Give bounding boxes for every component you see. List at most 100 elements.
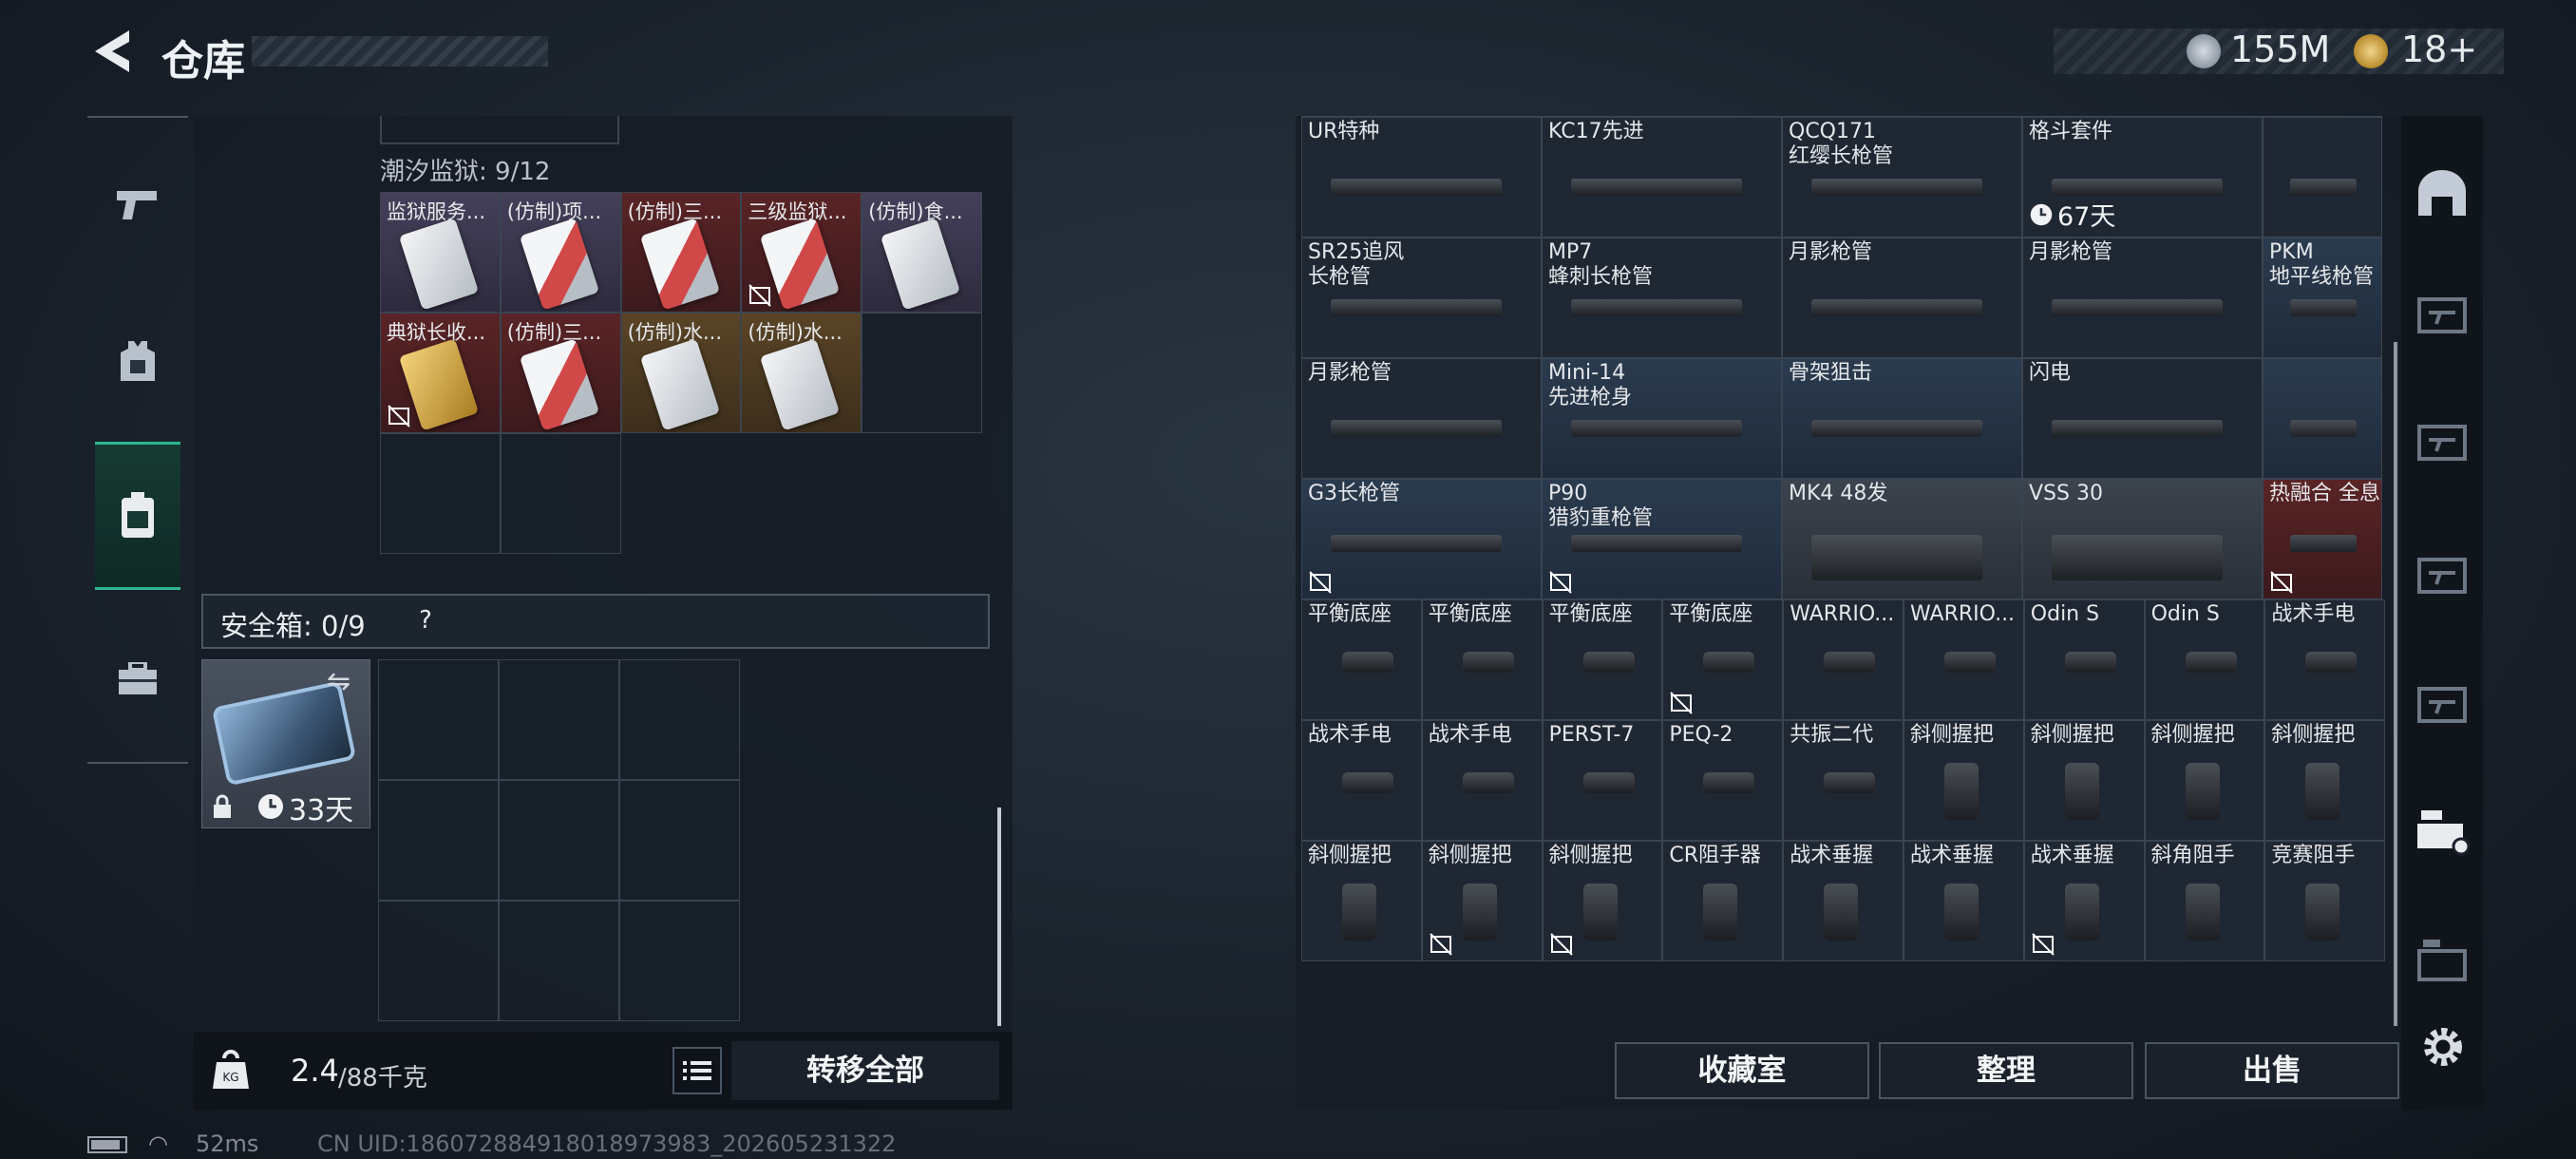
stash-slot[interactable]: 战术手电 — [1421, 720, 1543, 841]
stash-scrollbar[interactable] — [2394, 342, 2397, 1026]
stash-slot[interactable]: 骨架狙击 — [1782, 358, 2022, 479]
stash-slot[interactable]: 平衡底座 — [1421, 599, 1543, 720]
empty-slot[interactable] — [500, 433, 621, 554]
settings-gear-icon[interactable] — [2418, 1022, 2468, 1072]
stash-slot[interactable]: 斜侧握把 — [2144, 720, 2265, 841]
container-slot[interactable]: (仿制)三... — [500, 313, 621, 433]
container-slot[interactable]: (仿制)食... — [862, 192, 982, 313]
sell-button[interactable]: 出售 — [2145, 1042, 2399, 1099]
stash-slot[interactable]: 平衡底座 — [1301, 599, 1422, 720]
swap-icon[interactable]: ⇋ — [327, 665, 350, 698]
list-view-button[interactable] — [672, 1047, 722, 1094]
stash-slot[interactable]: 战术手电 — [2264, 599, 2386, 720]
nav-tab-weapons[interactable] — [95, 152, 180, 256]
attachment-image — [1943, 884, 1979, 940]
stash-slot[interactable]: 共振二代 — [1783, 720, 1904, 841]
stash-slot[interactable]: Odin S — [2023, 599, 2145, 720]
sort-button[interactable]: 整理 — [1879, 1042, 2133, 1099]
no-trade-icon — [748, 284, 772, 307]
empty-slot[interactable] — [619, 901, 740, 1021]
container-slot[interactable]: (仿制)水... — [741, 313, 862, 433]
nav-tab-backpack[interactable] — [95, 442, 180, 590]
stash-slot[interactable]: CR阻手器 — [1662, 841, 1784, 961]
stash-slot[interactable]: 平衡底座 — [1542, 599, 1663, 720]
empty-slot[interactable] — [380, 433, 501, 554]
container-slot[interactable]: 三级监狱... — [741, 192, 862, 313]
stash-slot[interactable]: 月影枪管 — [1782, 238, 2022, 358]
stash-slot[interactable]: G3长枪管 — [1301, 479, 1542, 599]
stash-slot[interactable]: 月影枪管 — [2022, 238, 2263, 358]
silver-currency-value[interactable]: 155M — [2230, 28, 2330, 70]
back-arrow-icon[interactable] — [87, 27, 137, 76]
stash-slot[interactable]: MK4 48发 — [1782, 479, 2022, 599]
stash-slot[interactable]: 竞赛阻手 — [2264, 841, 2386, 961]
stash-slot[interactable]: QCQ171 红缨长枪管 — [1782, 117, 2022, 238]
stash-slot[interactable] — [2263, 358, 2382, 479]
stash-slot[interactable]: 月影枪管 — [1301, 358, 1542, 479]
stash-slot[interactable]: 斜侧握把 — [1542, 841, 1663, 961]
stash-slot[interactable]: VSS 30 — [2022, 479, 2263, 599]
stash-tab-gti-case-2[interactable] — [2405, 918, 2479, 1003]
stash-slot[interactable]: MP7 蜂刺长枪管 — [1542, 238, 1782, 358]
stash-slot[interactable]: 斜角阻手 — [2144, 841, 2265, 961]
stash-tab-weapon-case-2[interactable] — [2405, 399, 2479, 484]
stash-slot[interactable]: 战术垂握 — [2023, 841, 2145, 961]
stash-slot[interactable]: 热融合 全息 — [2263, 479, 2382, 599]
attachment-image — [1342, 884, 1376, 940]
transfer-all-button[interactable]: 转移全部 — [731, 1041, 999, 1100]
stash-tab-weapon-case-1[interactable] — [2405, 272, 2479, 357]
stash-slot[interactable]: 战术手电 — [1301, 720, 1422, 841]
container-slot[interactable]: 监狱服务... — [380, 192, 501, 313]
stash-tab-weapon-case-3[interactable] — [2405, 532, 2479, 618]
item-name: 战术手电 — [1428, 723, 1512, 747]
empty-slot[interactable] — [862, 313, 982, 433]
stash-slot[interactable]: 格斗套件 67天 — [2022, 117, 2263, 238]
empty-slot[interactable] — [499, 901, 619, 1021]
stash-slot[interactable]: UR特种 — [1301, 117, 1542, 238]
stash-slot[interactable]: SR25追风 长枪管 — [1301, 238, 1542, 358]
empty-slot[interactable] — [499, 780, 619, 901]
empty-slot[interactable] — [499, 659, 619, 780]
stash-slot[interactable]: WARRIO... — [1783, 599, 1904, 720]
stash-slot[interactable]: PERST-7 — [1542, 720, 1663, 841]
gold-currency-value[interactable]: 18+ — [2401, 28, 2477, 70]
container-slot[interactable]: (仿制)水... — [620, 313, 742, 433]
container-slot[interactable]: 典狱长收... — [380, 313, 501, 433]
stash-slot[interactable]: 闪电 — [2022, 358, 2263, 479]
empty-slot[interactable] — [619, 780, 740, 901]
stash-slot[interactable]: PKM 地平线枪管 — [2263, 238, 2382, 358]
empty-slot[interactable] — [378, 780, 499, 901]
item-name: 战术垂握 — [2030, 844, 2114, 867]
container-slot[interactable]: (仿制)三... — [620, 192, 742, 313]
help-button[interactable]: ? — [408, 601, 443, 639]
stash-tab-weapon-case-4[interactable] — [2405, 661, 2479, 747]
stash-slot[interactable]: Mini-14 先进枪身 — [1542, 358, 1782, 479]
empty-slot[interactable] — [619, 659, 740, 780]
stash-slot[interactable]: PEQ-2 — [1662, 720, 1784, 841]
stash-slot[interactable] — [2263, 117, 2382, 238]
stash-slot[interactable]: 斜侧握把 — [2264, 720, 2386, 841]
item-name: 平衡底座 — [1428, 602, 1512, 626]
empty-slot[interactable] — [378, 901, 499, 1021]
stash-slot[interactable]: P90 猎豹重枪管 — [1542, 479, 1782, 599]
stash-slot[interactable]: 斜侧握把 — [1421, 841, 1543, 961]
container-slot[interactable]: (仿制)项... — [500, 192, 621, 313]
empty-slot[interactable] — [378, 659, 499, 780]
nav-tab-toolbox[interactable] — [95, 627, 180, 732]
stash-slot[interactable]: 战术垂握 — [1903, 841, 2024, 961]
no-trade-icon — [1670, 692, 1694, 714]
stash-slot[interactable]: 斜侧握把 — [2023, 720, 2145, 841]
stash-slot[interactable]: 斜侧握把 — [1903, 720, 2024, 841]
stash-tab-helmet[interactable] — [2405, 150, 2479, 236]
stash-slot[interactable]: 斜侧握把 — [1301, 841, 1422, 961]
stash-slot[interactable]: Odin S — [2144, 599, 2265, 720]
stash-slot[interactable]: 战术垂握 — [1783, 841, 1904, 961]
stash-slot[interactable]: 平衡底座 — [1662, 599, 1784, 720]
stash-tab-gti-case[interactable] — [2405, 788, 2479, 874]
stash-slot[interactable]: KC17先进 — [1542, 117, 1782, 238]
left-scrollbar[interactable] — [997, 808, 1001, 1026]
nav-tab-armor[interactable] — [95, 309, 180, 413]
collection-room-button[interactable]: 收藏室 — [1615, 1042, 1869, 1099]
stash-slot[interactable]: WARRIO... — [1903, 599, 2024, 720]
item-name: QCQ171 红缨长枪管 — [1789, 120, 1894, 168]
